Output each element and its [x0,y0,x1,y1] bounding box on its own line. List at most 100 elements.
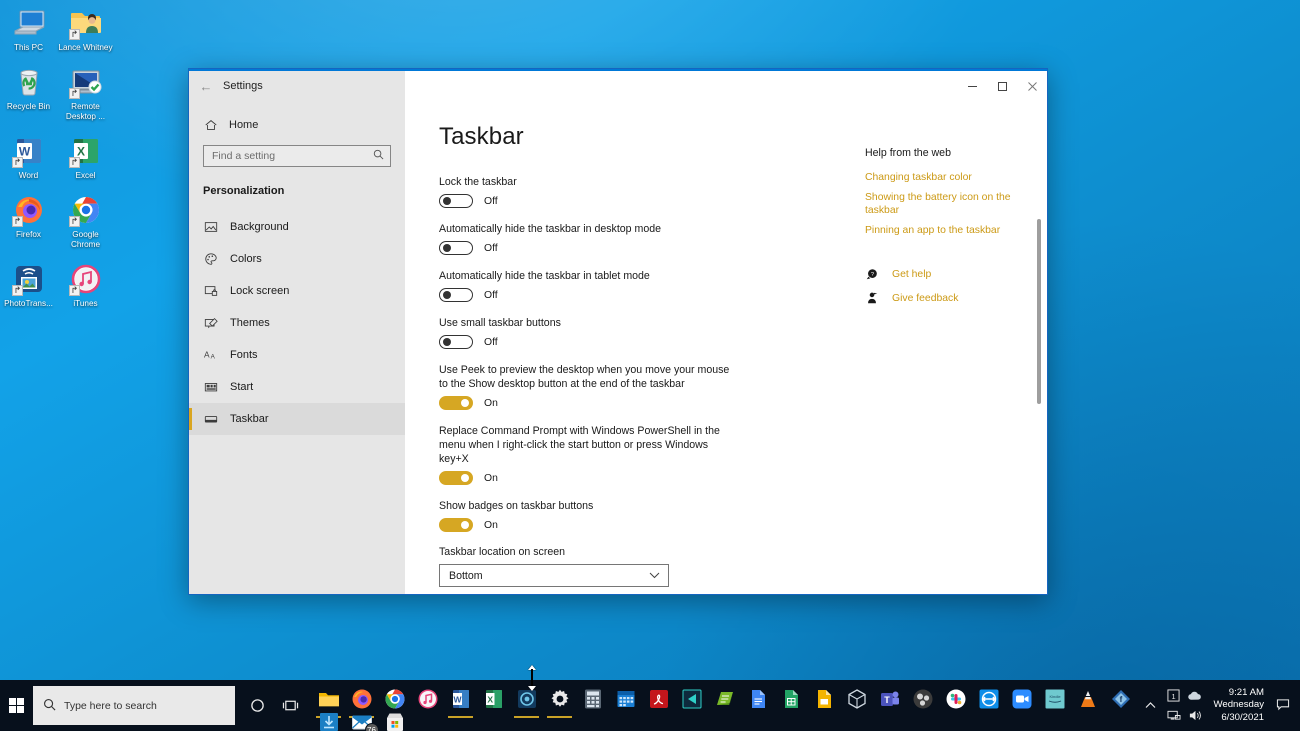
taskbar-app-excel[interactable]: X [477,683,510,715]
teamviewer-icon [978,688,1000,710]
desktop-icon-recycle-bin[interactable]: Recycle Bin [0,65,57,122]
taskbar-app-slack[interactable] [939,683,972,715]
notification-icon[interactable] [1272,698,1294,714]
dropdown-taskbar-location[interactable]: Bottom [439,564,669,587]
desktop-icon-this-pc[interactable]: This PC [0,6,57,53]
sidebar-item-home[interactable]: Home [189,111,405,139]
firefox-icon [11,193,46,227]
shortcut-arrow-icon [68,157,80,168]
start-button[interactable] [0,680,33,731]
taskbar-app-everything[interactable]: f [1104,683,1137,715]
desktop-icon-itunes[interactable]: iTunes [57,262,114,309]
setting-label: Show badges on taskbar buttons [439,500,594,512]
sidebar-item-lock-screen[interactable]: Lock screen [189,275,405,307]
taskbar-app-microsoft-store[interactable] [378,706,411,731]
taskbar: Type here to search W X T Kindle f 76 1 … [0,680,1300,731]
setting-label: Automatically hide the taskbar in deskto… [439,223,662,235]
desktop-icon-word[interactable]: W Word [0,134,57,181]
title-bar-drag-area[interactable] [405,71,957,101]
maximize-button[interactable] [987,71,1017,101]
toggle-autohide-desktop-mode[interactable] [439,241,473,255]
taskbar-app-teamviewer[interactable] [972,683,1005,715]
display-number-icon[interactable]: 1 [1166,688,1182,704]
help-panel: Help from the web Changing taskbar color… [857,101,1047,594]
everything-icon: f [1110,688,1132,710]
sidebar-nav-list: Background Colors Lock screen Themes A A… [189,211,405,435]
taskbar-app-calendar[interactable] [609,683,642,715]
cortana-icon[interactable] [241,680,274,731]
taskbar-app-obs[interactable] [906,683,939,715]
toggle-state-label: On [484,519,498,531]
taskbar-app-itunes[interactable] [411,683,444,715]
give-feedback-action[interactable]: Give feedback [865,291,1035,305]
scrollbar-thumb[interactable] [1037,219,1041,404]
taskbar-app-acrobat[interactable] [642,683,675,715]
minimize-button[interactable] [957,71,987,101]
settings-window: ← Settings Home Find a setting Personali… [188,68,1048,595]
sidebar-item-colors[interactable]: Colors [189,243,405,275]
search-input[interactable] [212,150,373,162]
toggle-autohide-tablet-mode[interactable] [439,288,473,302]
desktop-icon-firefox[interactable]: Firefox [0,193,57,250]
taskbar-search-box[interactable]: Type here to search [33,686,235,725]
onedrive-icon[interactable] [1187,688,1203,704]
taskbar-app-virtualbox[interactable] [840,683,873,715]
taskbar-app-calculator[interactable] [576,683,609,715]
desktop-icon-lance-whitney[interactable]: Lance Whitney [57,6,114,53]
taskbar-app-settings[interactable] [543,683,576,718]
sidebar-item-taskbar[interactable]: Taskbar [189,403,405,435]
desktop-icon-excel[interactable]: X Excel [57,134,114,181]
display-icon[interactable] [1166,708,1182,724]
clock-time: 9:21 AM [1228,686,1264,698]
taskbar-app-snagit[interactable] [675,683,708,715]
taskbar-app-downloads[interactable] [312,706,345,731]
shortcut-arrow-icon [68,88,80,99]
content-scrollbar[interactable] [1033,101,1045,594]
dropdown-label: Taskbar location on screen [439,546,566,558]
taskbar-app-kindle[interactable]: Kindle [1038,683,1071,715]
settings-search-box[interactable] [203,145,391,167]
notepad-plus-icon [714,688,736,710]
sidebar-item-start[interactable]: Start [189,371,405,403]
toggle-lock-the-taskbar[interactable] [439,194,473,208]
back-arrow-icon[interactable]: ← [189,71,223,101]
snagit-icon [681,688,703,710]
help-link-showing-battery-icon[interactable]: Showing the battery icon on the taskbar [865,191,1035,217]
chevron-up-icon[interactable] [1141,701,1161,711]
sidebar-item-fonts[interactable]: AA Fonts [189,339,405,371]
volume-icon[interactable] [1187,708,1203,724]
get-help-action[interactable]: ? Get help [865,267,1035,281]
help-link-changing-taskbar-color[interactable]: Changing taskbar color [865,171,1035,184]
taskbar-clock[interactable]: 9:21 AM Wednesday 6/30/2021 [1208,687,1273,725]
taskbar-app-word[interactable]: W [444,683,477,718]
toggle-use-peek[interactable] [439,396,473,410]
help-link-pinning-an-app[interactable]: Pinning an app to the taskbar [865,224,1035,237]
desktop-icon-remote-desktop[interactable]: Remote Desktop ... [57,65,114,122]
taskbar-app-google-slides[interactable] [807,683,840,715]
taskbar-app-vlc[interactable] [1071,683,1104,715]
taskbar-search-placeholder: Type here to search [64,699,157,712]
taskbar-app-teams[interactable]: T [873,683,906,715]
task-view-icon[interactable] [274,680,307,731]
toggle-show-badges[interactable] [439,518,473,532]
phototrans-icon [11,262,46,296]
toggle-small-taskbar-buttons[interactable] [439,335,473,349]
taskbar-app-google-docs[interactable] [741,683,774,715]
taskbar-app-mail[interactable]: 76 [345,706,379,731]
teams-icon: T [879,688,901,710]
windows-start-icon [9,698,24,713]
close-button[interactable] [1017,71,1047,101]
taskbar-app-notepad-plus[interactable] [708,683,741,715]
toggle-replace-command-prompt[interactable] [439,471,473,485]
toggle-state-label: Off [484,336,498,348]
svg-text:?: ? [871,272,874,278]
sidebar-item-background[interactable]: Background [189,211,405,243]
desktop-icon-google-chrome[interactable]: Google Chrome [57,193,114,250]
sidebar-item-themes[interactable]: Themes [189,307,405,339]
taskbar-app-google-sheets[interactable] [774,683,807,715]
desktop-icon-phototrans[interactable]: PhotoTrans... [0,262,57,309]
title-bar[interactable]: ← Settings [189,71,1047,101]
toggle-state-label: Off [484,242,498,254]
sidebar-item-label: Colors [230,253,262,265]
taskbar-app-zoom[interactable] [1005,683,1038,715]
